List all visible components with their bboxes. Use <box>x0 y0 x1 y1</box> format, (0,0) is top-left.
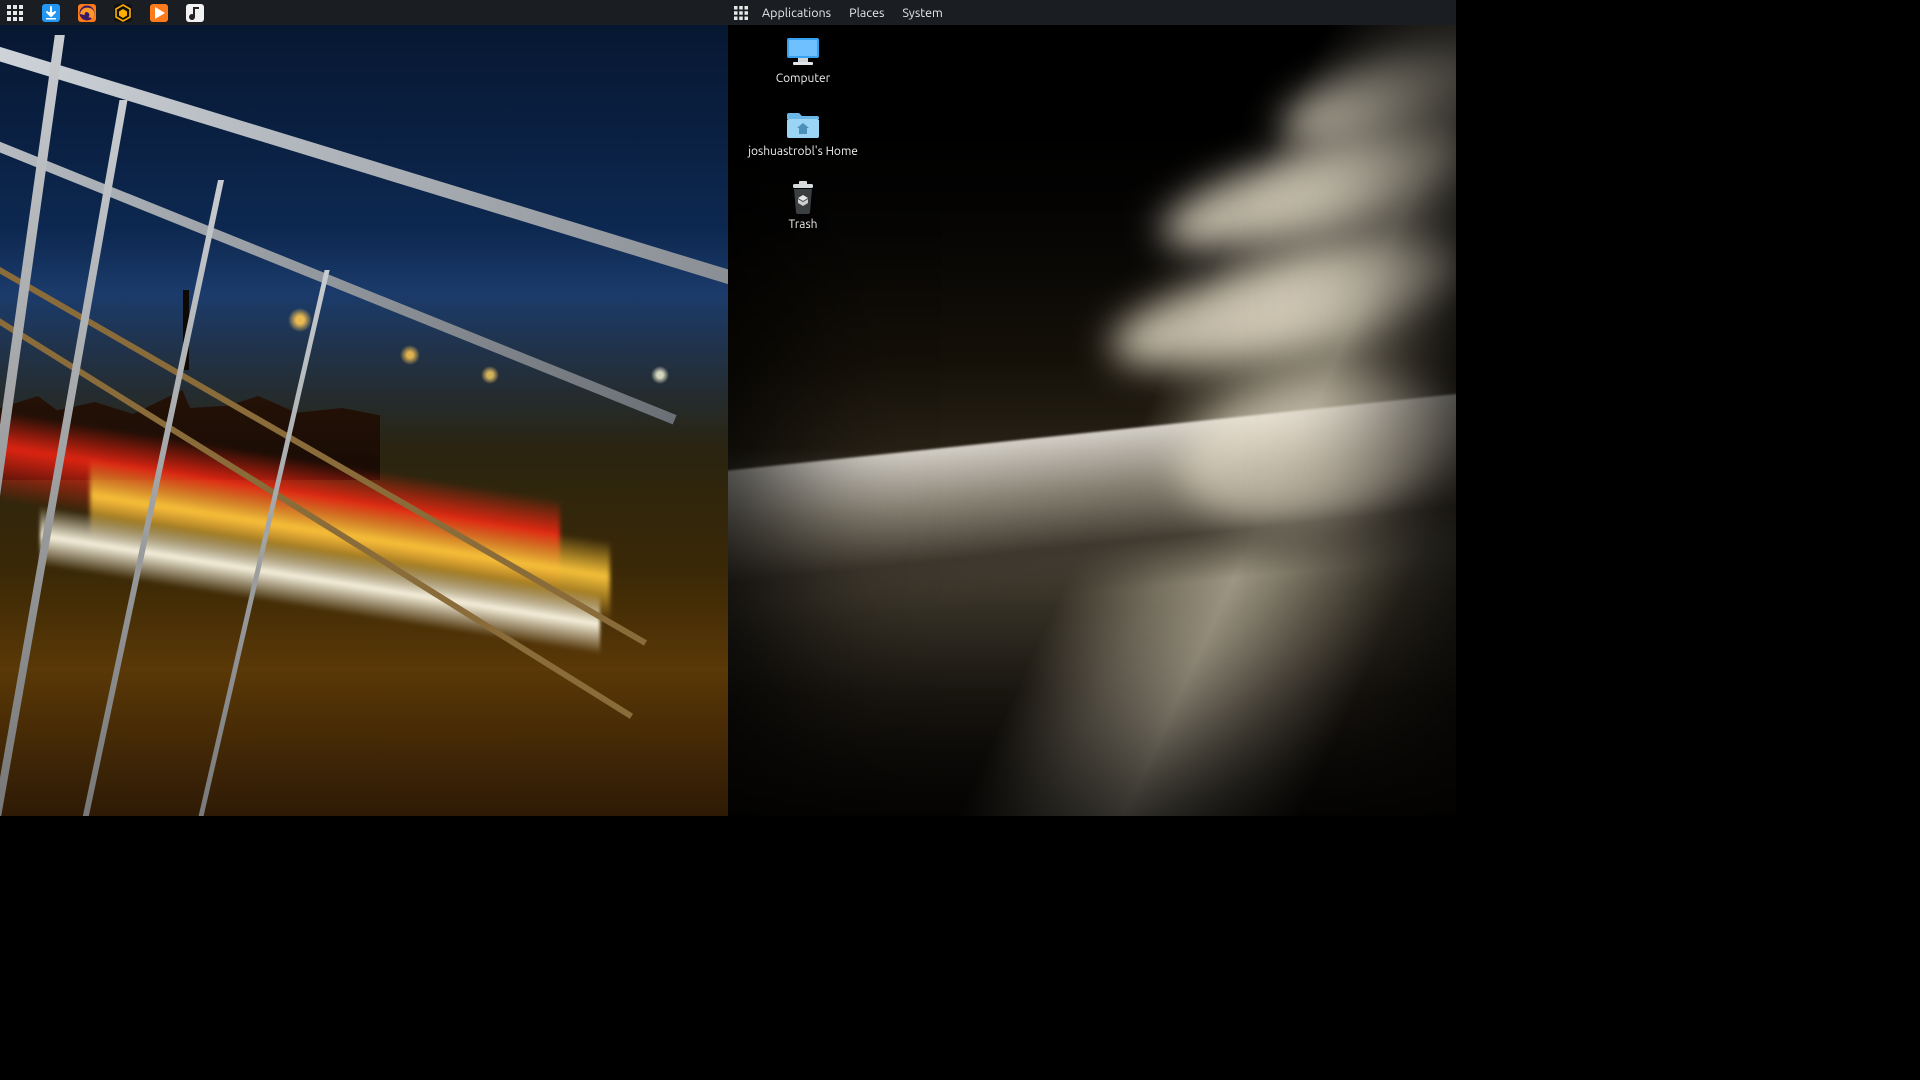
left-top-panel <box>0 0 728 25</box>
menu-applications[interactable]: Applications <box>758 6 835 20</box>
left-desktop <box>0 0 728 816</box>
music-player-icon[interactable] <box>186 4 204 22</box>
home-folder-icon <box>783 109 823 141</box>
media-player-icon[interactable] <box>150 4 168 22</box>
menu-grid-icon[interactable] <box>734 6 748 20</box>
menu-system[interactable]: System <box>898 6 946 20</box>
desktop-icon-label: Trash <box>788 218 817 231</box>
download-icon[interactable] <box>42 4 60 22</box>
desktop-icon-computer[interactable]: Computer <box>748 36 858 85</box>
desktop-icon-label: joshuastrobl's Home <box>748 145 858 158</box>
right-desktop: Applications Places System Computer <box>728 0 1456 816</box>
desktop-icon-trash[interactable]: Trash <box>748 182 858 231</box>
menu-places[interactable]: Places <box>845 6 888 20</box>
trash-icon <box>783 182 823 214</box>
wallpaper-detail <box>0 130 677 424</box>
desktop-icons-area: Computer joshuastrobl's Home <box>748 36 858 231</box>
computer-icon <box>783 36 823 68</box>
hexchat-icon[interactable] <box>114 4 132 22</box>
firefox-icon[interactable] <box>78 4 96 22</box>
desktop-icon-home[interactable]: joshuastrobl's Home <box>748 109 858 158</box>
desktop-icon-label: Computer <box>776 72 830 85</box>
apps-grid-icon[interactable] <box>6 4 24 22</box>
right-top-panel: Applications Places System <box>728 0 1456 25</box>
wallpaper-detail <box>1100 218 1456 392</box>
